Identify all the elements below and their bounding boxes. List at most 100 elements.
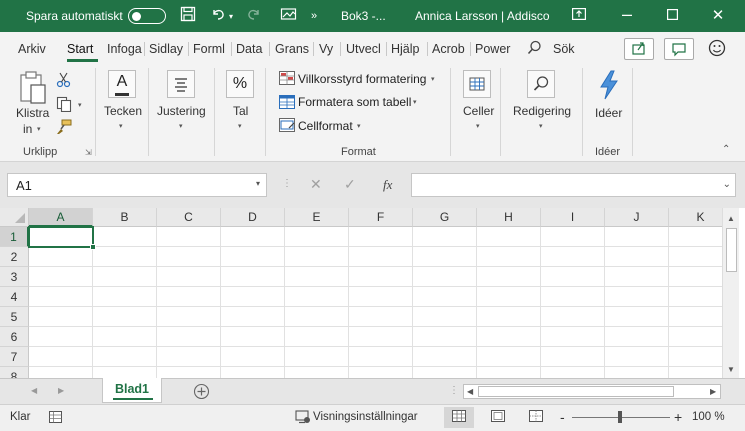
tab-acrobat[interactable]: Acrob	[432, 42, 465, 56]
cell-a2[interactable]	[29, 247, 93, 267]
cell-f2[interactable]	[349, 247, 413, 267]
horizontal-scroll-thumb[interactable]	[478, 386, 674, 397]
cell-e6[interactable]	[285, 327, 349, 347]
cell-i2[interactable]	[541, 247, 605, 267]
tab-insert[interactable]: Infoga	[107, 42, 142, 56]
cell-a5[interactable]	[29, 307, 93, 327]
alignment-label[interactable]: Justering	[157, 104, 206, 118]
image-edit-icon[interactable]	[280, 6, 298, 28]
scroll-down-icon[interactable]: ▼	[727, 365, 735, 374]
cell-h2[interactable]	[477, 247, 541, 267]
cell-h3[interactable]	[477, 267, 541, 287]
undo-icon[interactable]	[210, 6, 226, 28]
cell-a3[interactable]	[29, 267, 93, 287]
column-header-h[interactable]: H	[477, 208, 541, 227]
cell-d7[interactable]	[221, 347, 285, 367]
cell-e8[interactable]	[285, 367, 349, 378]
row-header-3[interactable]: 3	[0, 267, 29, 287]
save-icon[interactable]	[180, 6, 196, 28]
zoom-out-button[interactable]: -	[560, 409, 565, 425]
cell-h6[interactable]	[477, 327, 541, 347]
scroll-up-icon[interactable]: ▲	[727, 214, 735, 223]
cell-f5[interactable]	[349, 307, 413, 327]
alignment-icon[interactable]	[167, 70, 195, 98]
cell-styles-button[interactable]: Cellformat	[298, 119, 353, 133]
cell-c2[interactable]	[157, 247, 221, 267]
paste-icon[interactable]	[18, 70, 48, 109]
tab-home[interactable]: Start	[67, 42, 93, 56]
cell-h4[interactable]	[477, 287, 541, 307]
select-all-corner[interactable]	[0, 208, 29, 227]
tab-page-layout[interactable]: Sidlay	[149, 42, 183, 56]
cell-c8[interactable]	[157, 367, 221, 378]
horizontal-scrollbar[interactable]: ◀ ▶	[463, 384, 721, 399]
cell-j8[interactable]	[605, 367, 669, 378]
cell-i6[interactable]	[541, 327, 605, 347]
cell-f3[interactable]	[349, 267, 413, 287]
cell-i3[interactable]	[541, 267, 605, 287]
cell-i8[interactable]	[541, 367, 605, 378]
scroll-right-icon[interactable]: ▶	[710, 387, 716, 396]
cells-label[interactable]: Celler	[463, 104, 494, 118]
cell-c5[interactable]	[157, 307, 221, 327]
font-label[interactable]: Tecken	[104, 104, 142, 118]
zoom-level[interactable]: 100 %	[692, 411, 725, 423]
number-label[interactable]: Tal	[233, 104, 248, 118]
display-settings-icon[interactable]	[295, 409, 311, 428]
ideas-icon[interactable]	[597, 70, 621, 103]
cell-g1[interactable]	[413, 227, 477, 247]
cell-f4[interactable]	[349, 287, 413, 307]
cancel-icon[interactable]: ✕	[310, 176, 322, 193]
undo-dropdown-icon[interactable]: ▾	[229, 7, 233, 27]
editing-dropdown-icon[interactable]: ▾	[539, 122, 543, 130]
cell-c7[interactable]	[157, 347, 221, 367]
number-dropdown-icon[interactable]: ▾	[238, 122, 242, 130]
row-header-5[interactable]: 5	[0, 307, 29, 327]
tab-help[interactable]: Hjälp	[391, 42, 420, 56]
cell-i7[interactable]	[541, 347, 605, 367]
cell-f7[interactable]	[349, 347, 413, 367]
cell-e5[interactable]	[285, 307, 349, 327]
cell-d2[interactable]	[221, 247, 285, 267]
more-commands-icon[interactable]: »	[311, 6, 317, 26]
cell-b2[interactable]	[93, 247, 157, 267]
cell-h5[interactable]	[477, 307, 541, 327]
zoom-in-button[interactable]: +	[674, 409, 682, 425]
format-as-table-dropdown-icon[interactable]: ▾	[413, 98, 417, 106]
tab-developer[interactable]: Utvecl	[346, 42, 381, 56]
cell-c6[interactable]	[157, 327, 221, 347]
normal-view-icon[interactable]	[444, 407, 474, 428]
copy-icon[interactable]	[56, 96, 72, 115]
format-painter-icon[interactable]	[56, 119, 72, 138]
worksheet-grid[interactable]: ABCDEFGHIJK 12345678 ▲ ▼	[0, 208, 745, 378]
cell-b6[interactable]	[93, 327, 157, 347]
collapse-ribbon-icon[interactable]: ⌃	[722, 144, 730, 155]
cell-g2[interactable]	[413, 247, 477, 267]
tab-data[interactable]: Data	[236, 42, 262, 56]
display-settings-button[interactable]: Visningsinställningar	[313, 411, 418, 423]
name-box-dropdown-icon[interactable]: ▾	[256, 179, 260, 188]
column-header-a[interactable]: A	[29, 208, 93, 227]
conditional-format-icon[interactable]	[279, 71, 295, 88]
cell-j2[interactable]	[605, 247, 669, 267]
column-header-c[interactable]: C	[157, 208, 221, 227]
cell-styles-dropdown-icon[interactable]: ▾	[357, 122, 361, 130]
column-header-i[interactable]: I	[541, 208, 605, 227]
clipboard-launcher-icon[interactable]: ⇲	[85, 148, 92, 157]
cell-j3[interactable]	[605, 267, 669, 287]
zoom-slider-thumb[interactable]	[618, 411, 622, 423]
column-header-d[interactable]: D	[221, 208, 285, 227]
sheet-tab-blad1[interactable]: Blad1	[102, 378, 162, 403]
search-icon[interactable]	[527, 40, 542, 58]
row-header-7[interactable]: 7	[0, 347, 29, 367]
cut-icon[interactable]	[56, 72, 72, 91]
row-header-2[interactable]: 2	[0, 247, 29, 267]
format-as-table-button[interactable]: Formatera som tabell	[298, 95, 411, 109]
add-sheet-icon[interactable]	[193, 383, 210, 403]
cell-d1[interactable]	[221, 227, 285, 247]
cell-i5[interactable]	[541, 307, 605, 327]
paste-dropdown-icon[interactable]: ▾	[37, 125, 41, 133]
tab-split-grip-icon[interactable]: ⋮	[449, 385, 459, 396]
cell-i1[interactable]	[541, 227, 605, 247]
editing-label[interactable]: Redigering	[513, 104, 571, 118]
